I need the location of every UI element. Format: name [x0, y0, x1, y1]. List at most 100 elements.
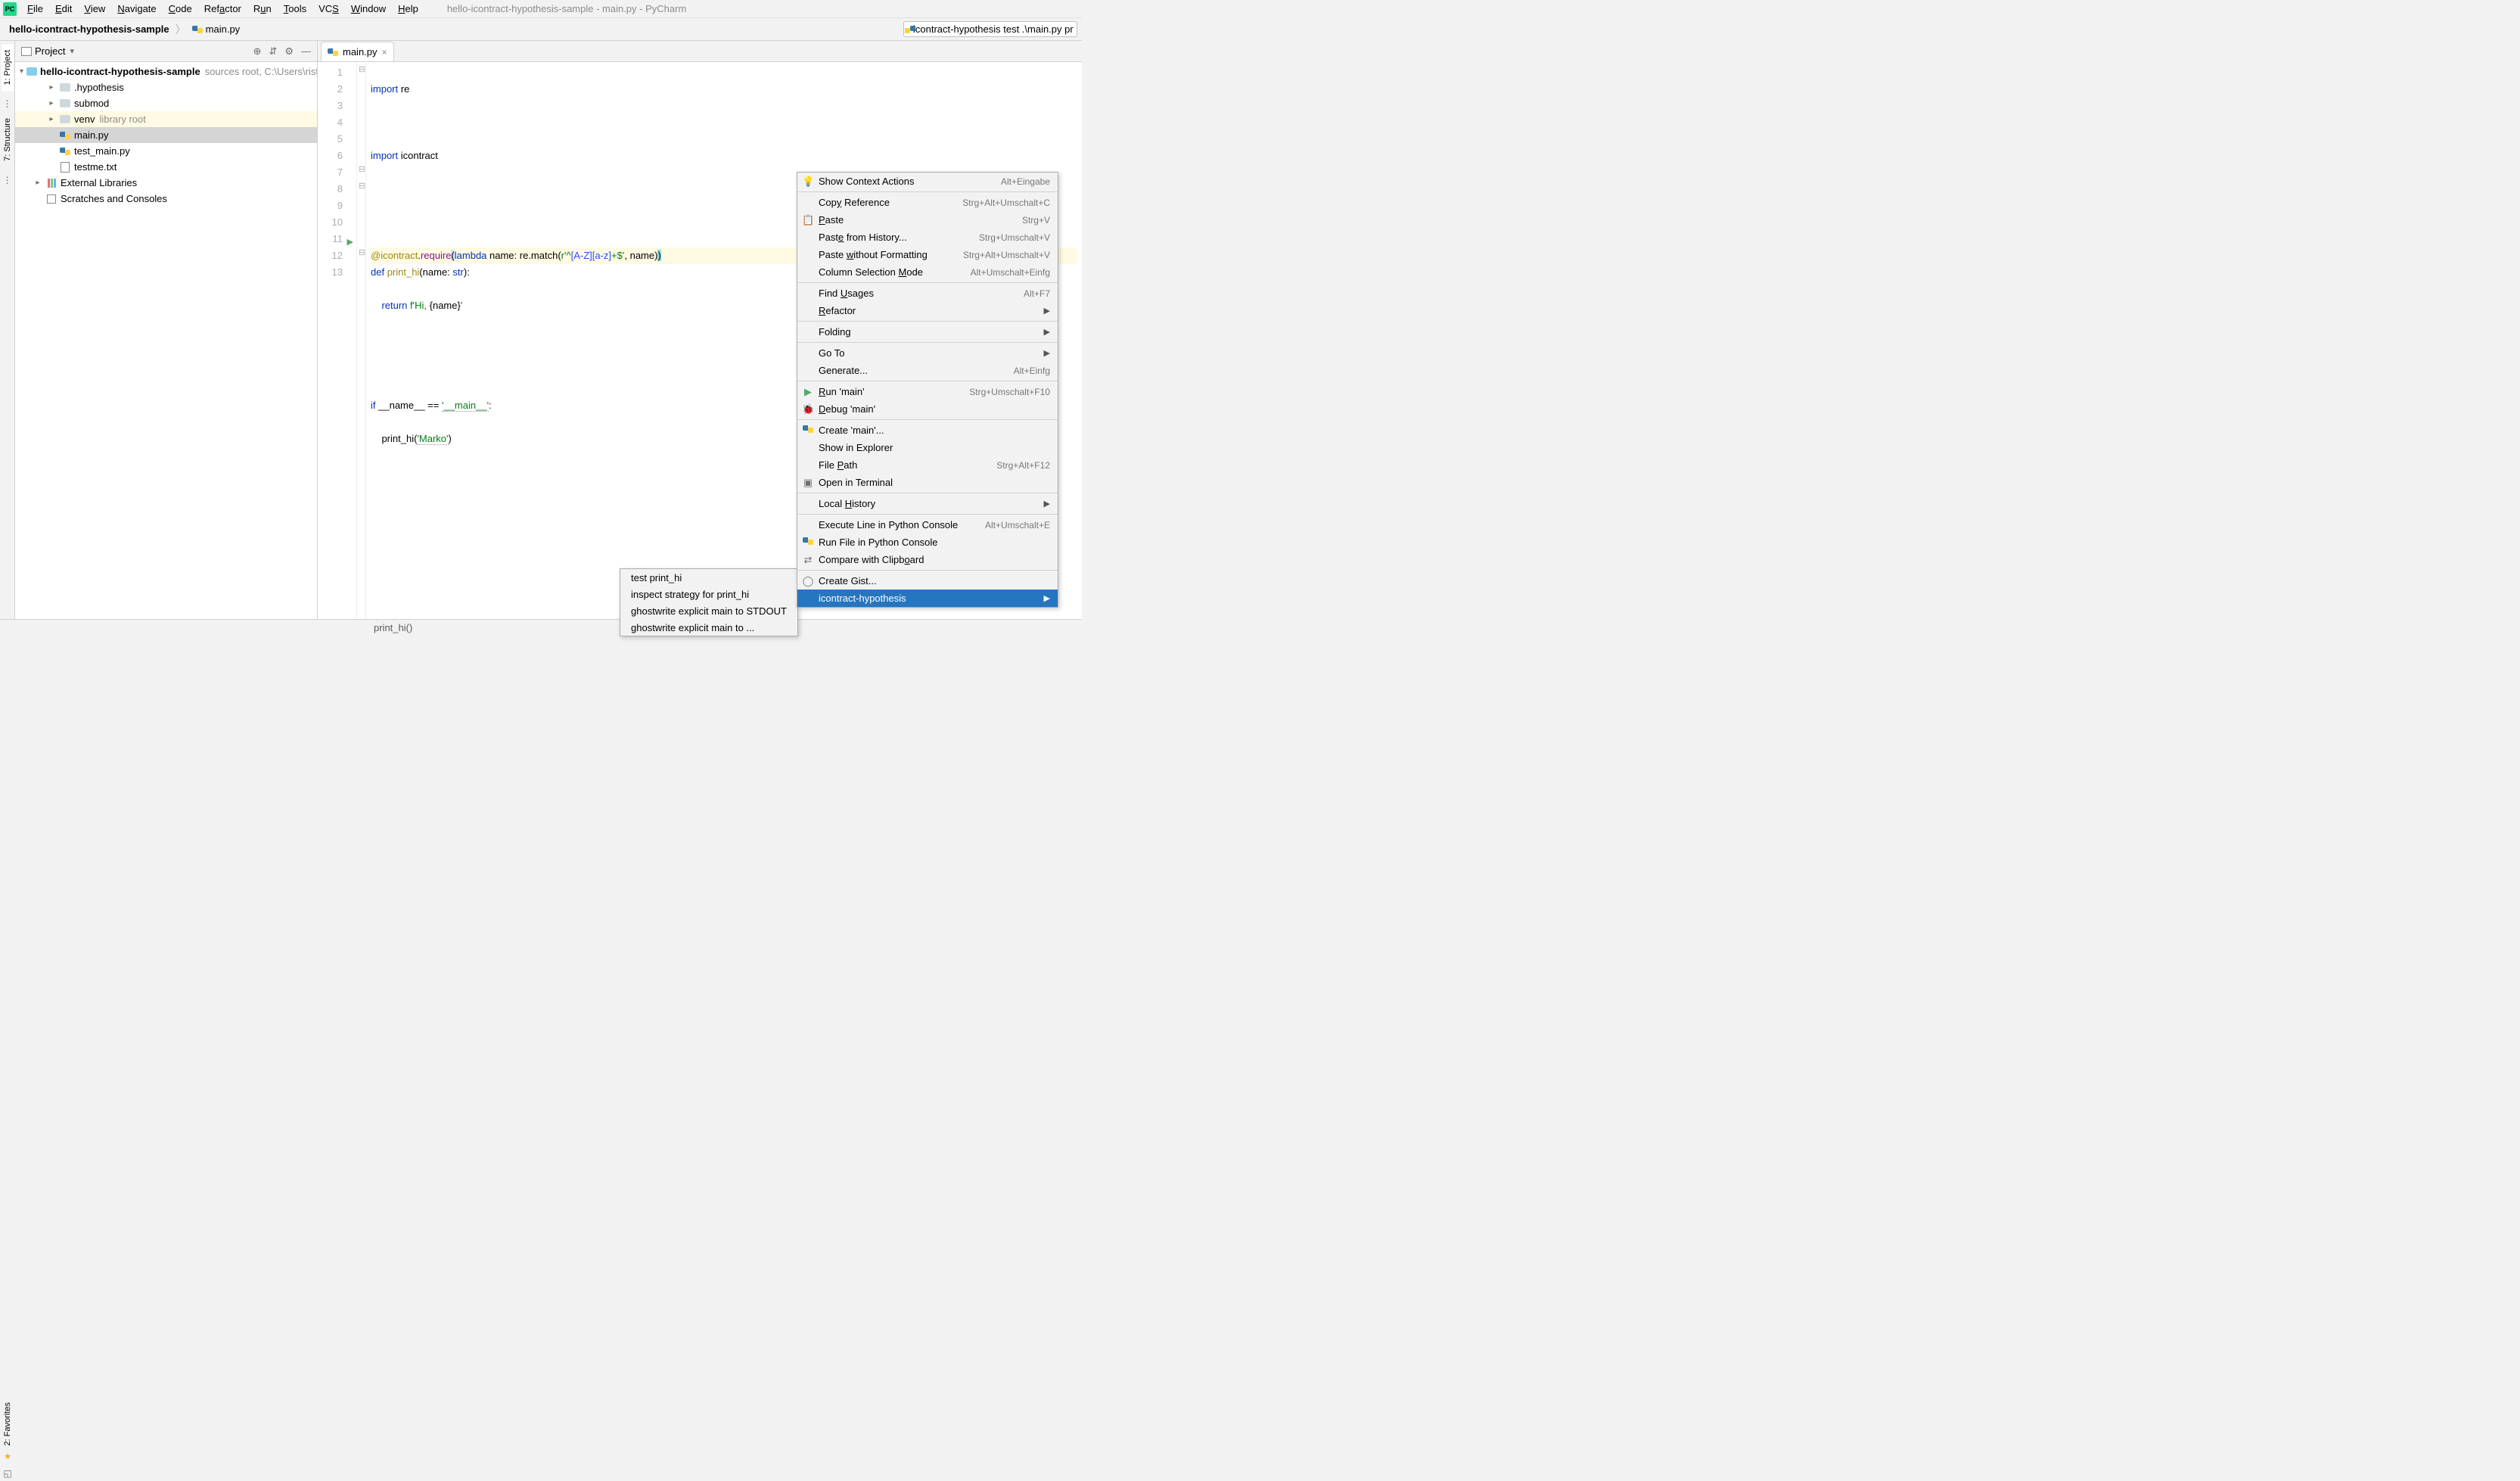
- tree-external-libraries[interactable]: ▸ External Libraries: [15, 175, 317, 191]
- editor-tabbar: main.py ×: [318, 41, 1082, 62]
- expand-arrow-icon[interactable]: ▾: [20, 67, 23, 76]
- menu-refactor[interactable]: Refactor: [198, 2, 247, 16]
- submenu-item[interactable]: inspect strategy for print_hi: [620, 586, 797, 602]
- context-menu-item[interactable]: Show in Explorer: [797, 439, 1058, 456]
- fold-marker-icon[interactable]: ⊟: [359, 181, 365, 191]
- menu-item-icon: 🐞: [802, 403, 814, 415]
- expand-arrow-icon[interactable]: ▸: [33, 179, 42, 187]
- menu-vcs[interactable]: VCS: [312, 2, 345, 16]
- context-menu-item[interactable]: Column Selection ModeAlt+Umschalt+Einfg: [797, 263, 1058, 281]
- project-tree[interactable]: ▾ hello-icontract-hypothesis-sample sour…: [15, 62, 317, 619]
- tool-tab-project[interactable]: 1: Project: [2, 44, 14, 91]
- tree-scratches[interactable]: Scratches and Consoles: [15, 191, 317, 207]
- line-number: 7: [318, 164, 343, 181]
- submenu-item[interactable]: ghostwrite explicit main to ...: [620, 619, 797, 636]
- tree-item[interactable]: main.py: [15, 127, 317, 143]
- status-breadcrumb[interactable]: print_hi(): [374, 622, 412, 633]
- context-menu-item[interactable]: Paste without FormattingStrg+Alt+Umschal…: [797, 246, 1058, 263]
- submenu-item[interactable]: test print_hi: [620, 569, 797, 586]
- context-menu-item[interactable]: ⇄Compare with Clipboard: [797, 551, 1058, 568]
- fold-marker-icon[interactable]: ⊟: [359, 247, 365, 257]
- project-header-label[interactable]: Project ▾: [21, 45, 253, 57]
- tree-item[interactable]: ▸submod: [15, 95, 317, 111]
- breadcrumb-project[interactable]: hello-icontract-hypothesis-sample: [5, 22, 174, 36]
- locate-icon[interactable]: ⊕: [253, 45, 262, 58]
- close-tab-icon[interactable]: ×: [382, 47, 387, 58]
- context-menu-item[interactable]: Refactor▶: [797, 302, 1058, 319]
- tree-item[interactable]: ▸.hypothesis: [15, 79, 317, 95]
- collapse-icon[interactable]: ⇵: [269, 45, 277, 58]
- menu-help[interactable]: Help: [392, 2, 424, 16]
- tool-tab-more2-icon[interactable]: ⋮: [3, 175, 12, 185]
- project-view-icon: [21, 47, 32, 56]
- menu-code[interactable]: Code: [163, 2, 198, 16]
- tab-label: main.py: [343, 46, 378, 58]
- context-menu-item[interactable]: Go To▶: [797, 344, 1058, 362]
- tool-tab-structure[interactable]: 7: Structure: [2, 112, 14, 167]
- editor-body[interactable]: 1234567891011▶1213 ⊟ ⊟ ⊟ ⊟ import re imp…: [318, 62, 1082, 619]
- fold-marker-icon[interactable]: ⊟: [359, 164, 365, 174]
- editor-tab-main[interactable]: main.py ×: [321, 42, 394, 61]
- context-menu-item[interactable]: ◯Create Gist...: [797, 572, 1058, 590]
- context-menu-item[interactable]: Paste from History...Strg+Umschalt+V: [797, 229, 1058, 246]
- context-menu-item[interactable]: Execute Line in Python ConsoleAlt+Umscha…: [797, 516, 1058, 534]
- context-menu-item[interactable]: ▶Run 'main'Strg+Umschalt+F10: [797, 383, 1058, 400]
- menu-window[interactable]: Window: [345, 2, 392, 16]
- tool-windows-icon[interactable]: ◱: [2, 1467, 14, 1479]
- context-submenu-icontract[interactable]: test print_hiinspect strategy for print_…: [620, 568, 798, 636]
- menu-file[interactable]: File: [21, 2, 49, 16]
- context-menu-item[interactable]: Generate...Alt+Einfg: [797, 362, 1058, 379]
- context-menu-item[interactable]: File PathStrg+Alt+F12: [797, 456, 1058, 474]
- hide-icon[interactable]: —: [301, 45, 311, 58]
- submenu-arrow-icon: ▶: [1044, 593, 1050, 603]
- run-configuration-selector[interactable]: icontract-hypothesis test .\main.py pr: [903, 21, 1077, 37]
- line-number-gutter: 1234567891011▶1213: [318, 62, 357, 619]
- fold-marker-icon[interactable]: ⊟: [359, 64, 365, 74]
- breadcrumb-file[interactable]: main.py: [188, 22, 245, 36]
- folder-icon: [60, 99, 70, 107]
- scratches-icon: [47, 194, 56, 204]
- menu-edit[interactable]: Edit: [49, 2, 78, 16]
- menu-tools[interactable]: Tools: [278, 2, 312, 16]
- project-tool-window: Project ▾ ⊕ ⇵ ⚙ — ▾ hello-icontract-hypo…: [15, 41, 318, 619]
- context-menu-item[interactable]: Copy ReferenceStrg+Alt+Umschalt+C: [797, 194, 1058, 211]
- app-logo-icon: PC: [3, 2, 17, 16]
- context-menu-item[interactable]: Local History▶: [797, 495, 1058, 512]
- context-menu-item[interactable]: 📋PasteStrg+V: [797, 211, 1058, 229]
- project-header: Project ▾ ⊕ ⇵ ⚙ —: [15, 41, 317, 62]
- module-folder-icon: [26, 67, 37, 76]
- menubar: PC FileEditViewNavigateCodeRefactorRunTo…: [0, 0, 1082, 18]
- tree-item[interactable]: testme.txt: [15, 159, 317, 175]
- run-gutter-icon[interactable]: ▶: [347, 234, 353, 250]
- line-number: 11▶: [318, 231, 343, 247]
- editor-context-menu[interactable]: 💡Show Context ActionsAlt+Eingabe Copy Ref…: [797, 172, 1058, 608]
- context-menu-item[interactable]: ▣Open in Terminal: [797, 474, 1058, 491]
- tree-root[interactable]: ▾ hello-icontract-hypothesis-sample sour…: [15, 64, 317, 79]
- menu-navigate[interactable]: Navigate: [111, 2, 162, 16]
- line-number: 6: [318, 148, 343, 164]
- menu-view[interactable]: View: [78, 2, 111, 16]
- context-menu-item[interactable]: 🐞Debug 'main': [797, 400, 1058, 418]
- line-number: 3: [318, 98, 343, 114]
- line-number: 8: [318, 181, 343, 198]
- tool-tab-more-icon[interactable]: ⋮: [3, 98, 12, 109]
- editor-area: main.py × 1234567891011▶1213 ⊟ ⊟ ⊟ ⊟ imp…: [318, 41, 1082, 619]
- context-menu-item[interactable]: Run File in Python Console: [797, 534, 1058, 551]
- context-menu-item[interactable]: Create 'main'...: [797, 422, 1058, 439]
- tree-item[interactable]: ▸venvlibrary root: [15, 111, 317, 127]
- tool-tab-favorites[interactable]: 2: Favorites: [2, 1398, 14, 1450]
- window-title: hello-icontract-hypothesis-sample - main…: [447, 3, 686, 14]
- submenu-item[interactable]: ghostwrite explicit main to STDOUT: [620, 602, 797, 619]
- menu-item-icon: ◯: [802, 575, 814, 587]
- context-menu-item[interactable]: icontract-hypothesis▶: [797, 590, 1058, 607]
- menu-run[interactable]: Run: [247, 2, 278, 16]
- context-menu-item[interactable]: Folding▶: [797, 323, 1058, 341]
- folder-icon: [60, 83, 70, 92]
- line-number: 9: [318, 198, 343, 214]
- context-menu-item[interactable]: 💡Show Context ActionsAlt+Eingabe: [797, 173, 1058, 190]
- tree-item[interactable]: test_main.py: [15, 143, 317, 159]
- libraries-icon: [48, 179, 56, 188]
- settings-icon[interactable]: ⚙: [284, 45, 294, 58]
- python-file-icon: [192, 24, 203, 35]
- context-menu-item[interactable]: Find UsagesAlt+F7: [797, 285, 1058, 302]
